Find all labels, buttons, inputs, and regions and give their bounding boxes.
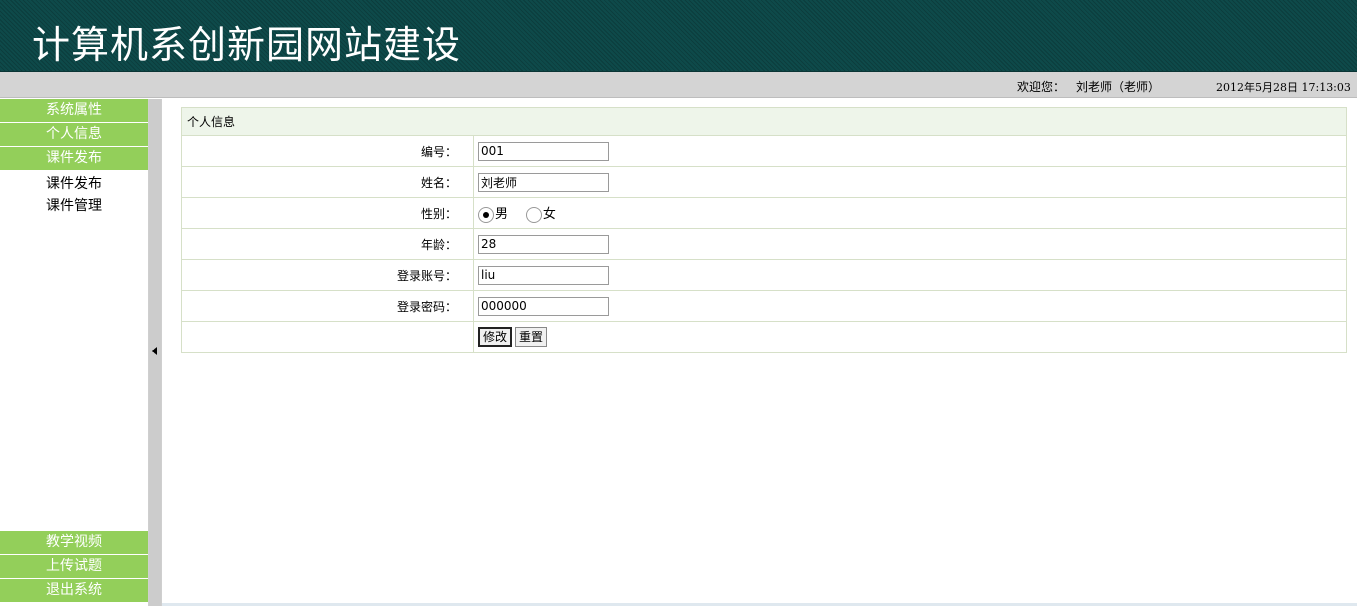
sub-item-courseware-manage[interactable]: 课件管理 [0, 196, 148, 218]
table-row: 年龄： [181, 228, 1347, 260]
sidebar-top-menu: 系统属性 个人信息 课件发布 [0, 99, 148, 170]
courseware-submenu: 课件发布 课件管理 [0, 171, 148, 218]
name-label: 姓名： [181, 166, 474, 198]
menu-upload-questions[interactable]: 上传试题 [0, 555, 148, 578]
menu-teaching-video[interactable]: 教学视频 [0, 531, 148, 554]
collapse-arrow-icon[interactable] [152, 347, 157, 355]
menu-logout[interactable]: 退出系统 [0, 579, 148, 602]
password-label: 登录密码： [181, 290, 474, 322]
sidebar: 系统属性 个人信息 课件发布 课件发布 课件管理 教学视频 上传试题 退出系统 [0, 99, 148, 606]
status-bar: 欢迎您： 刘老师（老师） 2012年5月28日 17:13:03 [0, 72, 1357, 98]
sidebar-splitter[interactable] [148, 99, 162, 606]
age-field[interactable] [478, 234, 609, 254]
name-field[interactable] [478, 172, 609, 192]
site-title: 计算机系创新园网站建设 [32, 23, 462, 67]
age-label: 年龄： [181, 228, 474, 260]
account-field[interactable] [478, 265, 609, 285]
gender-label: 性别： [181, 197, 474, 229]
buttons-label-cell [181, 321, 474, 353]
table-row: 登录密码： [181, 290, 1347, 322]
table-row: 修改 重置 [181, 321, 1347, 353]
id-field[interactable] [478, 141, 609, 161]
gender-option-male[interactable]: 男 [478, 203, 508, 223]
table-caption-row: 个人信息 [181, 107, 1347, 136]
table-row: 登录账号： [181, 259, 1347, 291]
password-field[interactable] [478, 296, 609, 316]
table-row: 姓名： [181, 166, 1347, 198]
menu-courseware-publish[interactable]: 课件发布 [0, 147, 148, 170]
current-user: 刘老师（老师） [1076, 80, 1161, 94]
modify-button[interactable]: 修改 [478, 327, 513, 347]
table-row: 编号： [181, 135, 1347, 167]
welcome-label: 欢迎您： [1017, 80, 1066, 94]
site-header: 计算机系创新园网站建设 [0, 0, 1357, 72]
reset-button[interactable]: 重置 [515, 327, 548, 347]
sub-item-courseware-publish[interactable]: 课件发布 [0, 174, 148, 196]
id-label: 编号： [181, 135, 474, 167]
male-radio[interactable] [478, 206, 494, 223]
male-label: 男 [495, 207, 509, 223]
table-row: 性别： 男 女 [181, 197, 1347, 229]
gender-option-female[interactable]: 女 [525, 203, 556, 223]
female-label: 女 [542, 207, 556, 223]
female-radio[interactable] [525, 206, 542, 223]
menu-personal-info[interactable]: 个人信息 [0, 123, 148, 146]
table-caption: 个人信息 [181, 107, 1347, 136]
main-content: 个人信息 编号： 姓名： 性别： 男 女 [181, 107, 1347, 353]
account-label: 登录账号： [181, 259, 474, 291]
menu-system-properties[interactable]: 系统属性 [0, 99, 148, 122]
sidebar-bottom-menu: 教学视频 上传试题 退出系统 [0, 531, 148, 603]
personal-info-table: 个人信息 编号： 姓名： 性别： 男 女 [181, 107, 1347, 353]
current-datetime: 2012年5月28日 17:13:03 [1216, 81, 1351, 94]
